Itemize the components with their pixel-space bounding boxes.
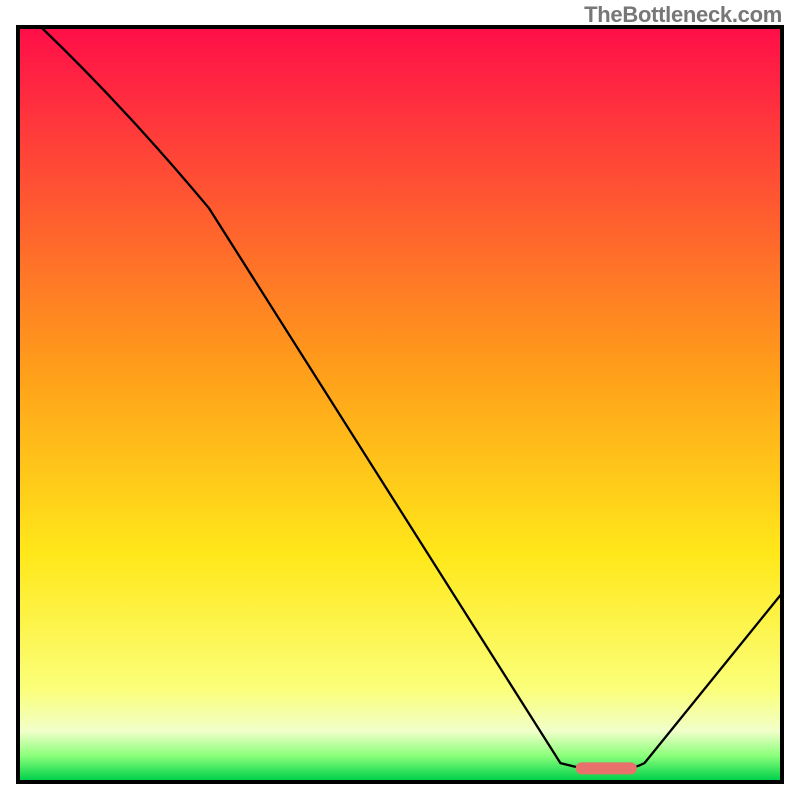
sweet-spot-marker bbox=[576, 762, 637, 774]
plot-background bbox=[20, 29, 780, 780]
bottleneck-chart bbox=[0, 0, 800, 800]
chart-container: TheBottleneck.com bbox=[0, 0, 800, 800]
